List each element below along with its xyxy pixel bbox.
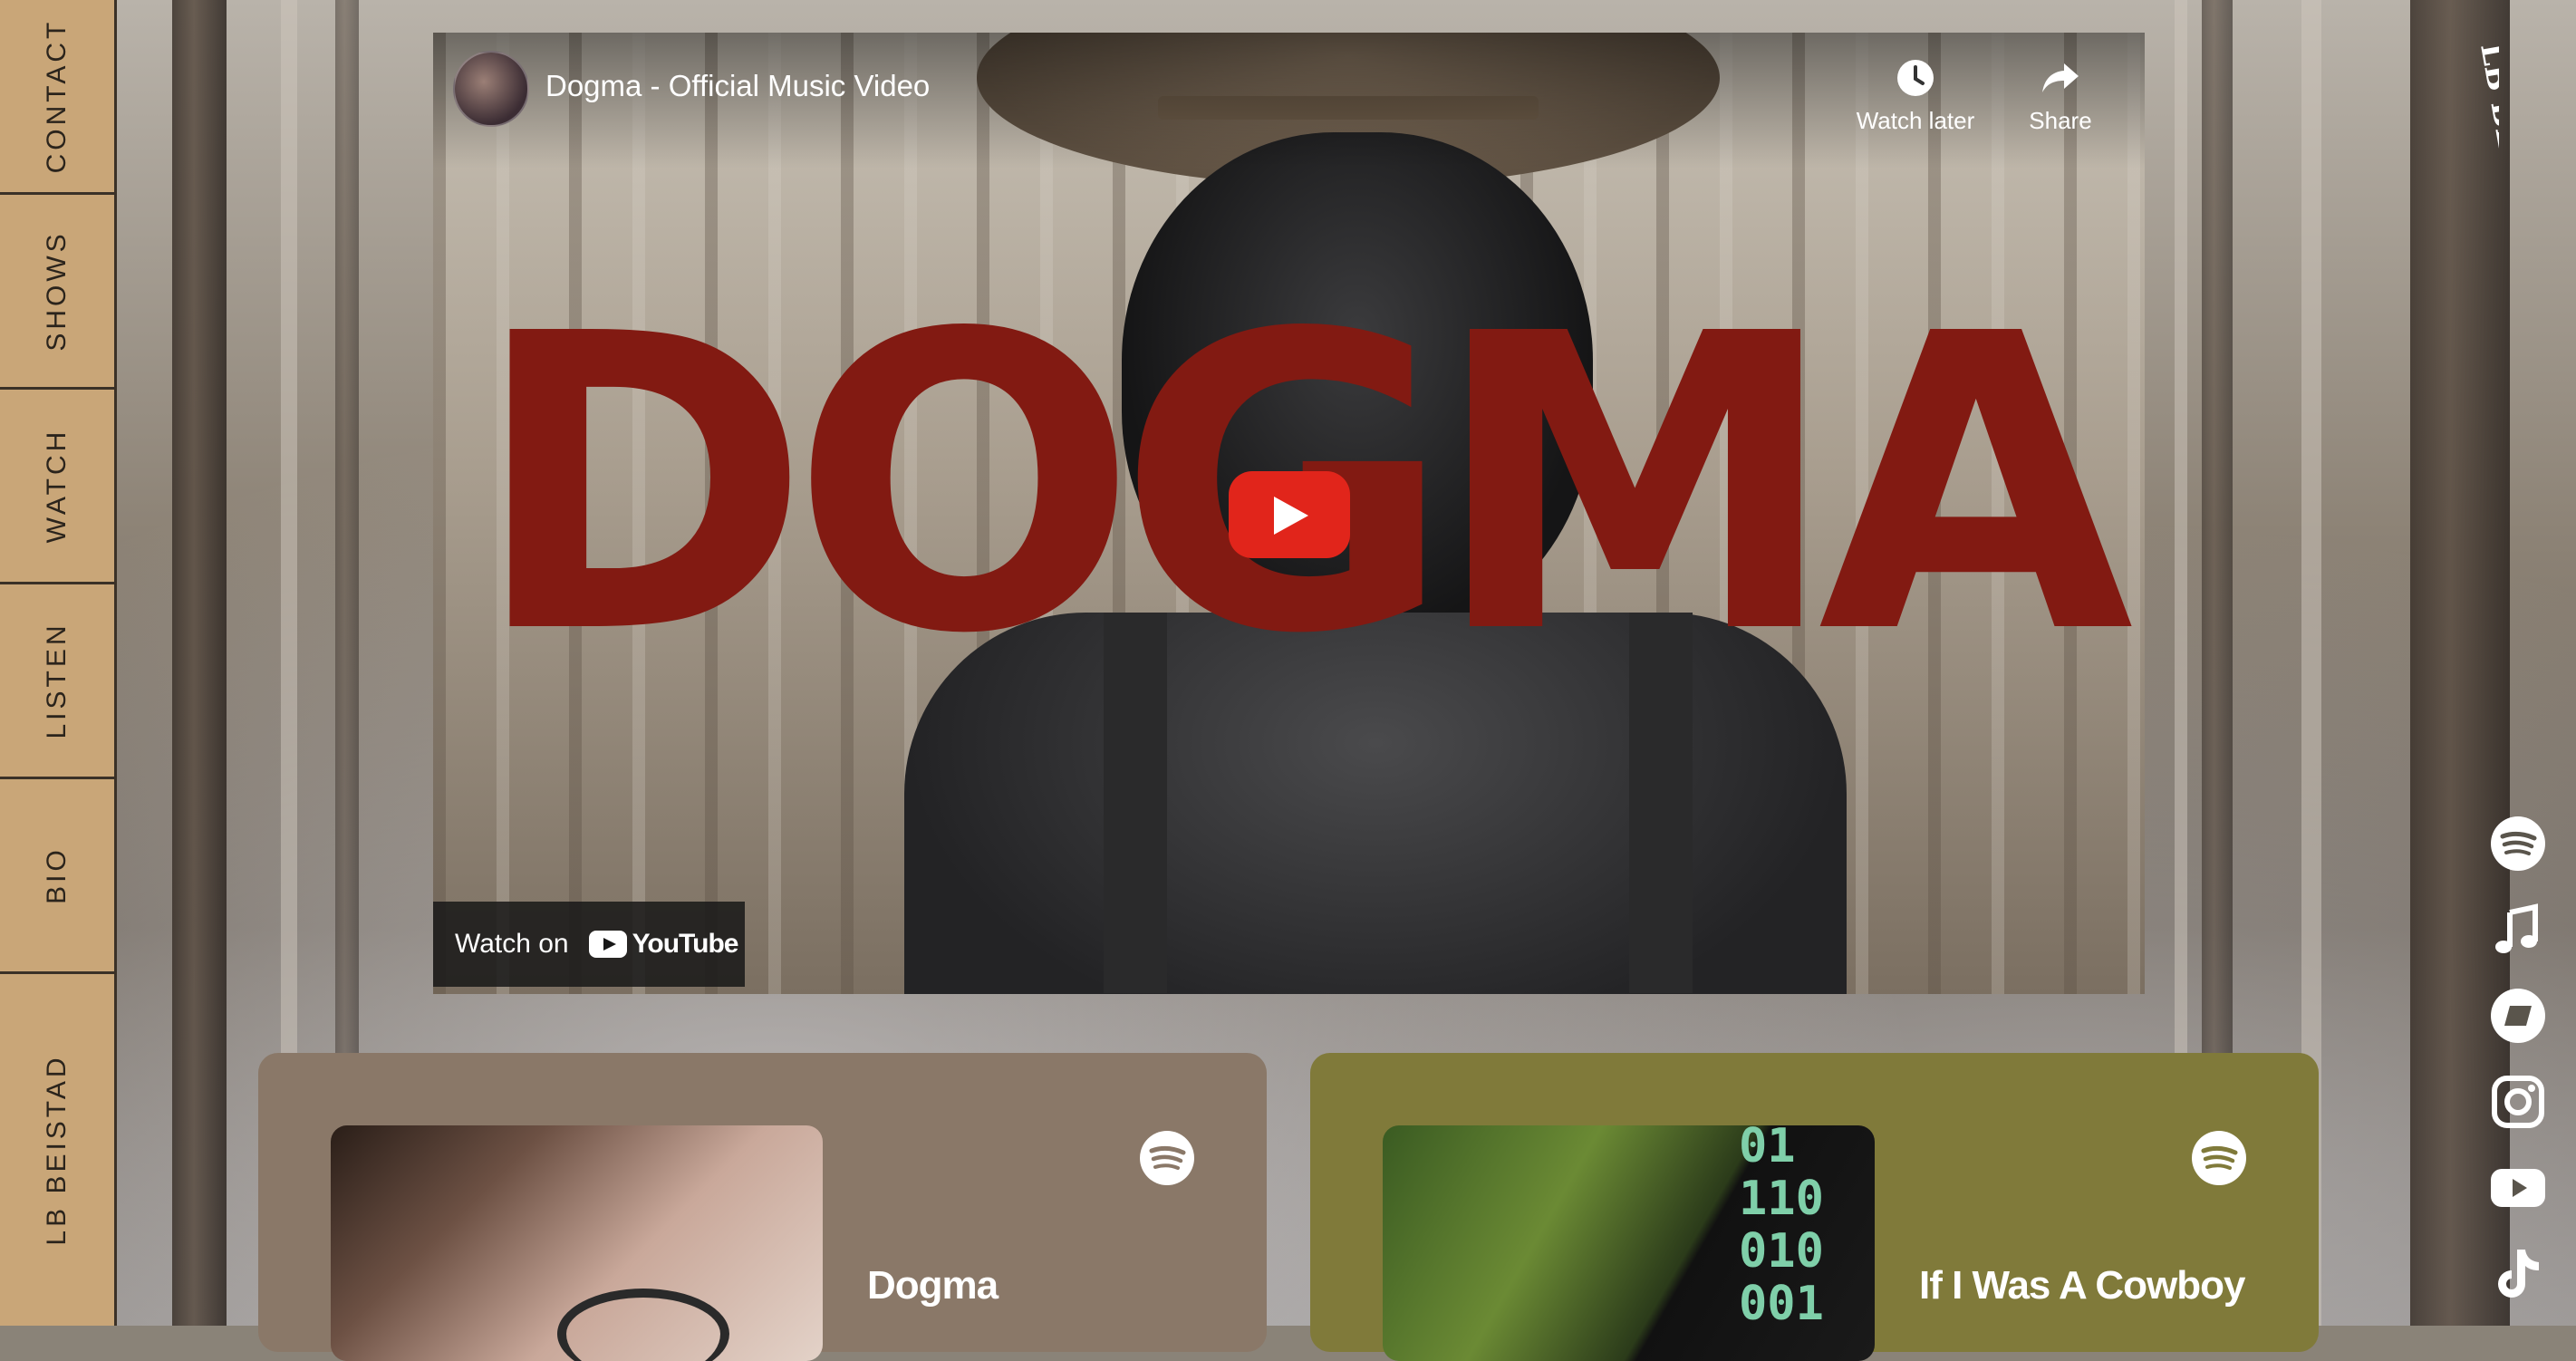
nav-shows[interactable]: SHOWS [0,195,114,390]
youtube-logo-label: YouTube [632,929,739,959]
share-label: Share [2029,107,2092,134]
share-icon [2042,63,2079,92]
video-title[interactable]: Dogma - Official Music Video [545,69,930,103]
release-title[interactable]: Dogma [867,1263,1248,1308]
release-title[interactable]: If I Was A Cowboy [1919,1263,2263,1308]
social-links [2490,816,2546,1332]
instagram-icon[interactable] [2490,1074,2546,1130]
side-navigation: CONTACT SHOWS WATCH LISTEN BIO LB BEISTA… [0,0,117,1326]
logo-text: LB BEISTAD [2473,41,2499,181]
album-cover[interactable] [331,1125,823,1361]
watch-later-button[interactable]: Watch later [1852,58,1979,135]
spotify-icon[interactable] [2191,1130,2247,1186]
spotify-icon[interactable] [1139,1130,1195,1186]
binary-pattern: 01 110 010 001 [1739,1125,1824,1331]
album-cover[interactable]: 01 110 010 001 [1383,1125,1875,1361]
channel-avatar[interactable] [453,51,529,127]
release-card-dogma[interactable]: Dogma [258,1053,1267,1361]
youtube-logo: YouTube [588,929,739,960]
nav-watch-label: WATCH [42,428,72,544]
nav-shows-label: SHOWS [42,230,72,352]
nav-watch[interactable]: WATCH [0,390,114,584]
youtube-video-embed[interactable]: DOGMA Dogma - Official Music Video Watch… [433,33,2145,994]
watch-on-youtube-button[interactable]: Watch on YouTube [433,902,745,987]
watch-on-label: Watch on [455,929,569,959]
play-button[interactable] [1229,471,1350,558]
spotify-icon[interactable] [2490,816,2546,872]
youtube-play-icon [588,931,627,958]
share-button[interactable]: Share [1997,58,2124,135]
nav-bio[interactable]: BIO [0,779,114,974]
nav-listen-label: LISTEN [42,622,72,739]
nav-brand-label: LB BEISTAD [42,1054,72,1246]
nav-listen[interactable]: LISTEN [0,584,114,779]
clock-icon [1897,60,1934,96]
apple-music-icon[interactable] [2490,902,2546,958]
youtube-icon[interactable] [2490,1160,2546,1216]
watch-later-label: Watch later [1856,107,1975,134]
tattoo-detail [557,1289,729,1361]
nav-brand[interactable]: LB BEISTAD [0,974,114,1326]
nav-bio-label: BIO [42,846,72,904]
bandcamp-icon[interactable] [2490,988,2546,1044]
nav-contact[interactable]: CONTACT [0,0,114,195]
release-card-if-i-was-a-cowboy[interactable]: 01 110 010 001 If I Was A Cowboy [1310,1053,2319,1361]
nav-contact-label: CONTACT [42,18,72,174]
tiktok-icon[interactable] [2490,1246,2546,1302]
lb-beistad-logo[interactable]: LB BEISTAD [2417,36,2499,181]
